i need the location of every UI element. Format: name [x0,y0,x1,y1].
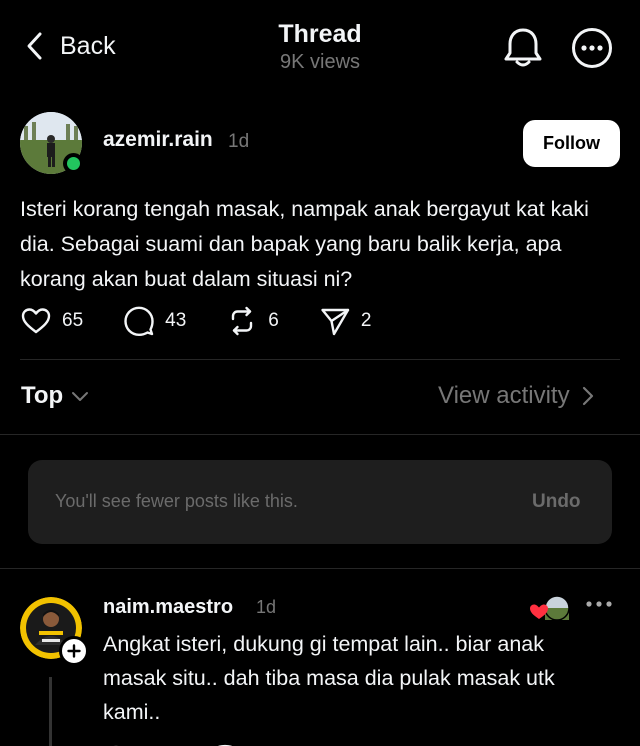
undo-button[interactable]: Undo [532,491,581,513]
view-activity-label: View activity [438,382,570,409]
liked-by-author-icon [530,595,570,621]
follow-plus-button[interactable] [59,636,89,666]
post-actions: 65 43 6 2 [20,304,411,338]
repost-button[interactable]: 6 [226,305,279,337]
plus-icon [67,644,81,658]
divider [0,568,640,569]
divider [0,434,640,435]
reply-time: 1d [256,597,277,617]
comment-bubble-icon [124,306,154,336]
hidden-post-notice: You'll see fewer posts like this. Undo [28,460,612,544]
more-horizontal-icon[interactable] [584,598,614,610]
online-status-dot [63,153,84,174]
heart-icon [21,308,51,334]
thread-line [49,677,52,746]
reply-text: Angkat isteri, dukung gi tempat lain.. b… [103,632,555,724]
follow-button[interactable]: Follow [523,120,620,167]
share-count: 2 [360,310,372,331]
reply-username[interactable]: naim.maestro [103,596,233,619]
sort-label: Top [21,382,64,409]
divider [20,359,620,360]
like-count: 65 [62,310,84,331]
repost-count: 6 [268,310,279,331]
reply-actions-row [114,744,232,746]
comment-count: 43 [165,310,187,331]
more-circle-icon[interactable] [571,27,613,69]
sort-dropdown[interactable]: Top [21,382,89,410]
view-count: 9K views [279,51,361,73]
post-username[interactable]: azemir.rain [103,128,213,152]
like-button[interactable]: 65 [20,305,83,337]
bell-icon[interactable] [503,26,543,70]
comment-button[interactable]: 43 [123,305,186,337]
share-button[interactable]: 2 [319,305,372,337]
top-bar: Back Thread 9K views [0,0,640,90]
repost-icon [232,306,253,336]
post-time: 1d [228,131,250,152]
page-title: Thread [278,20,362,48]
title-block: Thread 9K views [0,20,640,74]
chevron-right-icon [582,386,593,406]
hidden-notice-text: You'll see fewer posts like this. [55,491,298,511]
view-activity-link[interactable]: View activity [438,382,594,410]
chevron-down-icon [72,392,89,401]
send-icon [321,308,350,336]
post-text: Isteri korang tengah masak, nampak anak … [20,197,589,291]
